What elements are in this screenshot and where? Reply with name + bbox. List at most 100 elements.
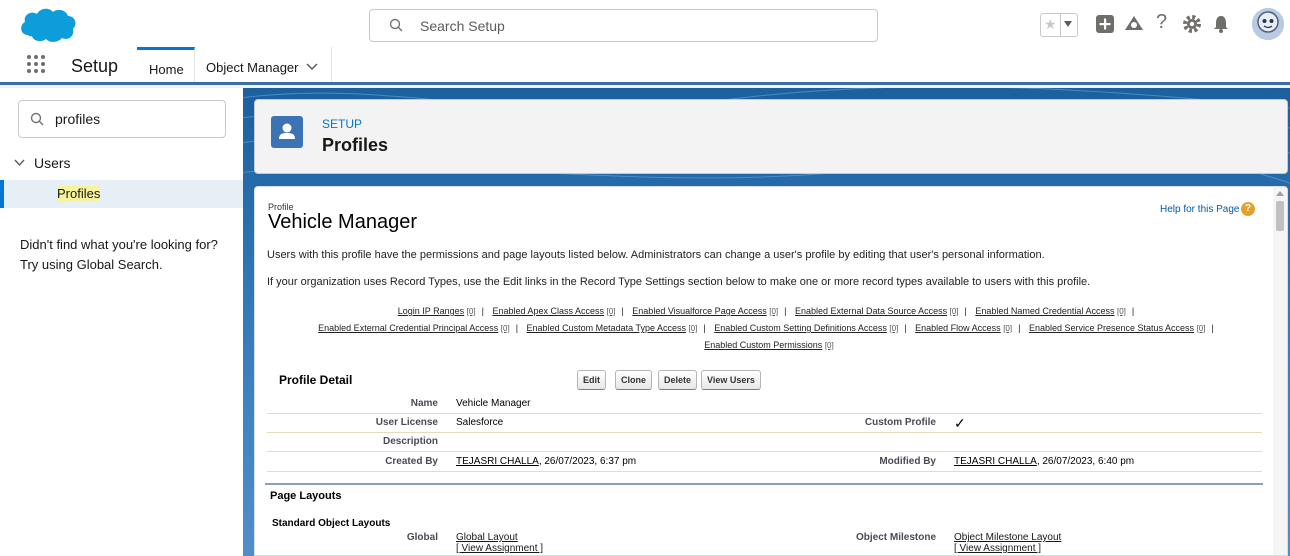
- profile-description-1: Users with this profile have the permiss…: [267, 249, 1045, 261]
- star-icon: ★: [1044, 16, 1057, 32]
- created-date: , 26/07/2023, 6:37 pm: [538, 456, 637, 467]
- checkmark-icon: ✓: [954, 415, 966, 431]
- related-links: Login IP Ranges [0] | Enabled Apex Class …: [318, 306, 1214, 350]
- page-layouts-title: Page Layouts: [270, 490, 342, 502]
- global-search-input[interactable]: Search Setup: [369, 9, 878, 42]
- link-count: [0]: [688, 324, 698, 333]
- link-count: [0]: [1196, 324, 1206, 333]
- vertical-scrollbar[interactable]: [1273, 187, 1287, 555]
- edit-button[interactable]: Edit: [577, 370, 606, 390]
- tree-item-profiles[interactable]: Profiles: [0, 180, 243, 208]
- profile-description-2: If your organization uses Record Types, …: [267, 276, 1091, 288]
- link-visualforce-page-access[interactable]: Enabled Visualforce Page Access: [632, 306, 766, 316]
- profile-icon: [271, 116, 303, 148]
- chevron-down-icon[interactable]: [14, 159, 25, 167]
- link-service-presence-status-access[interactable]: Enabled Service Presence Status Access: [1029, 323, 1194, 333]
- link-login-ip-ranges[interactable]: Login IP Ranges: [398, 306, 464, 316]
- app-nav-bar: Setup Home Object Manager: [0, 47, 1290, 85]
- user-avatar[interactable]: [1252, 8, 1284, 40]
- detail-row-audit: Created By TEJASRI CHALLA, 26/07/2023, 6…: [267, 452, 1262, 472]
- link-custom-metadata-type-access[interactable]: Enabled Custom Metadata Type Access: [527, 323, 686, 333]
- link-named-credential-access[interactable]: Enabled Named Credential Access: [975, 306, 1114, 316]
- link-count: [0]: [500, 324, 510, 333]
- tab-object-manager-label: Object Manager: [206, 60, 299, 75]
- field-label: Modified By: [879, 456, 936, 467]
- add-icon[interactable]: [1095, 14, 1115, 34]
- profile-detail-frame: Profile Vehicle Manager Help for this Pa…: [254, 186, 1288, 556]
- section-divider: [265, 483, 1263, 485]
- link-count: [0]: [949, 307, 959, 316]
- field-label: Created By: [385, 456, 438, 467]
- detail-row-license: User License Salesforce Custom Profile ✓: [267, 414, 1262, 433]
- detail-row-description: Description: [267, 433, 1262, 452]
- global-search-hint: Didn't find what you're looking for? Try…: [20, 237, 218, 272]
- delete-button[interactable]: Delete: [658, 370, 698, 390]
- link-count: [0]: [824, 341, 834, 350]
- help-icon[interactable]: ?: [1156, 11, 1167, 34]
- tree-node-users-label: Users: [34, 155, 71, 171]
- field-value: TEJASRI CHALLA, 26/07/2023, 6:40 pm: [954, 456, 1134, 467]
- link-flow-access[interactable]: Enabled Flow Access: [915, 323, 1001, 333]
- favorites-button[interactable]: ★: [1040, 13, 1078, 37]
- link-custom-setting-definitions-access[interactable]: Enabled Custom Setting Definitions Acces…: [714, 323, 887, 333]
- field-label: User License: [375, 417, 438, 428]
- modified-by-user-link[interactable]: TEJASRI CHALLA: [954, 456, 1037, 467]
- link-count: [0]: [466, 307, 476, 316]
- app-name: Setup: [71, 56, 119, 76]
- field-label: Custom Profile: [864, 417, 936, 428]
- created-by-user-link[interactable]: TEJASRI CHALLA: [456, 456, 539, 467]
- field-value: Salesforce: [456, 417, 504, 428]
- modified-date: , 26/07/2023, 6:40 pm: [1036, 456, 1135, 467]
- gear-icon[interactable]: [1182, 14, 1202, 34]
- field-label: Object Milestone: [855, 532, 936, 543]
- link-count: [0]: [769, 307, 779, 316]
- app-launcher-icon[interactable]: [27, 55, 47, 75]
- quick-find-input[interactable]: profiles: [18, 100, 226, 138]
- field-label: Description: [382, 436, 438, 447]
- link-external-credential-principal-access[interactable]: Enabled External Credential Principal Ac…: [318, 323, 498, 333]
- link-external-data-source-access[interactable]: Enabled External Data Source Access: [795, 306, 947, 316]
- scrollbar-thumb[interactable]: [1276, 201, 1284, 231]
- field-label: Global: [406, 532, 438, 543]
- trailhead-icon[interactable]: [1123, 14, 1145, 34]
- page-header: SETUP Profiles: [254, 99, 1288, 174]
- scroll-up-arrow-icon[interactable]: [1276, 191, 1284, 196]
- setup-sidebar: profiles Users Profiles Didn't find what…: [0, 88, 243, 556]
- page-kicker: SETUP: [322, 117, 363, 131]
- tab-home[interactable]: Home: [137, 47, 195, 82]
- field-value: Global Layout [ View Assignment ]: [456, 532, 543, 554]
- profile-name-heading: Vehicle Manager: [268, 211, 417, 233]
- notifications-bell-icon[interactable]: [1212, 14, 1230, 34]
- field-label: Name: [410, 398, 438, 409]
- view-assignment-link[interactable]: [ View Assignment ]: [456, 543, 543, 554]
- profile-detail-title: Profile Detail: [279, 373, 353, 387]
- link-custom-permissions[interactable]: Enabled Custom Permissions: [704, 340, 822, 350]
- field-value: Vehicle Manager: [456, 398, 531, 409]
- chevron-down-icon[interactable]: [306, 63, 318, 71]
- field-value: TEJASRI CHALLA, 26/07/2023, 6:37 pm: [456, 456, 636, 467]
- chevron-down-icon[interactable]: [1064, 21, 1072, 27]
- clone-button[interactable]: Clone: [615, 370, 653, 390]
- standard-layouts-title: Standard Object Layouts: [272, 518, 391, 529]
- milestone-layout-link[interactable]: Object Milestone Layout: [954, 532, 1061, 543]
- search-icon: [30, 112, 44, 126]
- search-icon: [389, 18, 403, 32]
- tab-object-manager[interactable]: Object Manager: [195, 47, 332, 82]
- salesforce-logo[interactable]: [18, 5, 78, 48]
- global-header: Search Setup ★ ?: [0, 0, 1290, 47]
- divider: [1060, 14, 1061, 36]
- view-users-button[interactable]: View Users: [701, 370, 761, 390]
- help-icon[interactable]: ?: [1241, 202, 1255, 216]
- link-count: [0]: [606, 307, 616, 316]
- header-actions: ★ ?: [1040, 8, 1284, 40]
- view-assignment-link[interactable]: [ View Assignment ]: [954, 543, 1041, 554]
- link-apex-class-access[interactable]: Enabled Apex Class Access: [492, 306, 604, 316]
- page-title: Profiles: [322, 135, 389, 155]
- detail-row-name: Name Vehicle Manager: [267, 395, 1262, 414]
- tree-item-profiles-label: Profiles: [57, 186, 101, 201]
- quick-find-value: profiles: [55, 111, 101, 127]
- global-layout-link[interactable]: Global Layout: [456, 532, 518, 543]
- link-count: [0]: [1003, 324, 1013, 333]
- search-placeholder: Search Setup: [420, 18, 505, 34]
- help-link[interactable]: Help for this Page: [1160, 204, 1240, 215]
